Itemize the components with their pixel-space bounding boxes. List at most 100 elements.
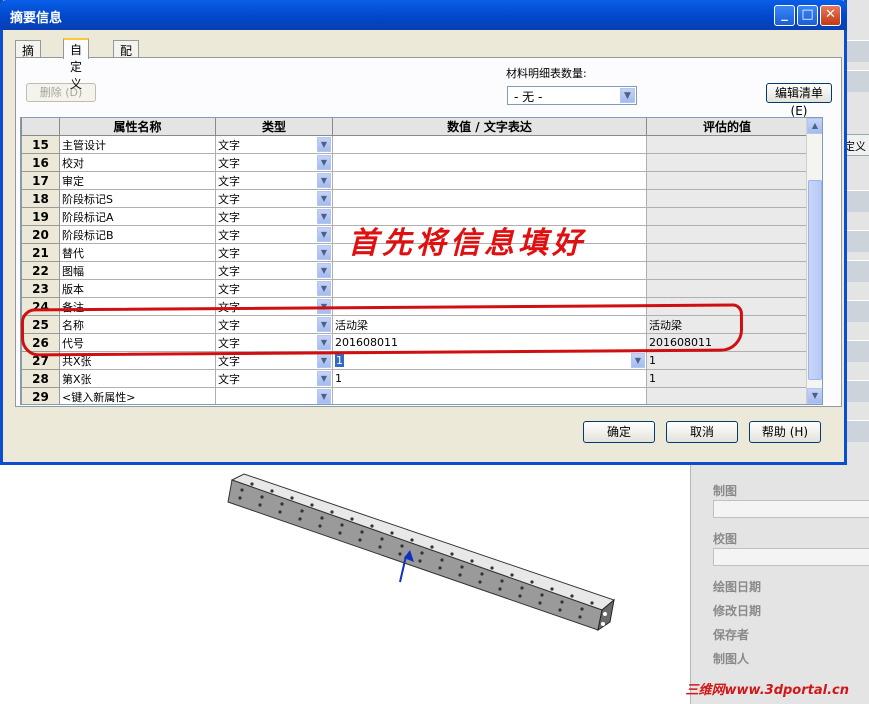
type-cell[interactable]: 文字 ▼ bbox=[215, 153, 333, 172]
row-number[interactable]: 23 bbox=[21, 279, 60, 298]
property-name-cell[interactable]: 审定 bbox=[59, 171, 216, 190]
property-name-cell[interactable]: 主管设计 bbox=[59, 135, 216, 154]
chevron-down-icon[interactable]: ▼ bbox=[620, 88, 635, 103]
type-cell[interactable]: 文字 ▼ bbox=[215, 279, 333, 298]
panel-label-saved-by: 保存者 bbox=[713, 628, 750, 642]
chevron-down-icon[interactable]: ▼ bbox=[317, 263, 331, 278]
property-name-cell[interactable]: 版本 bbox=[59, 279, 216, 298]
table-row[interactable]: 28 第X张 文字 ▼ 1 1 bbox=[21, 369, 808, 388]
value-cell[interactable] bbox=[332, 171, 647, 190]
row-number[interactable]: 17 bbox=[21, 171, 60, 190]
title-bar[interactable]: 摘要信息 _ □ ✕ bbox=[0, 0, 847, 30]
evaluated-value-cell: 1 bbox=[646, 369, 808, 388]
table-row[interactable]: 29 <键入新属性> ▼ bbox=[21, 387, 808, 404]
chevron-down-icon[interactable]: ▼ bbox=[317, 227, 331, 242]
type-value: 文字 bbox=[218, 246, 240, 260]
chevron-down-icon[interactable]: ▼ bbox=[317, 173, 331, 188]
table-row[interactable]: 22 图幅 文字 ▼ bbox=[21, 261, 808, 280]
property-name-cell[interactable]: 阶段标记B bbox=[59, 225, 216, 244]
close-button[interactable]: ✕ bbox=[820, 5, 841, 26]
row-number[interactable]: 19 bbox=[21, 207, 60, 226]
minimize-button[interactable]: _ bbox=[774, 5, 795, 26]
table-row[interactable]: 17 审定 文字 ▼ bbox=[21, 171, 808, 190]
row-number[interactable]: 20 bbox=[21, 225, 60, 244]
chevron-down-icon[interactable]: ▼ bbox=[317, 353, 331, 368]
scroll-thumb[interactable] bbox=[808, 180, 822, 380]
table-row[interactable]: 18 阶段标记S 文字 ▼ bbox=[21, 189, 808, 208]
bom-quantity-select[interactable]: - 无 - ▼ bbox=[507, 86, 637, 105]
chevron-down-icon[interactable]: ▼ bbox=[317, 137, 331, 152]
chevron-down-icon[interactable]: ▼ bbox=[317, 245, 331, 260]
type-value: 文字 bbox=[218, 156, 240, 170]
value-cell[interactable] bbox=[332, 261, 647, 280]
ok-button[interactable]: 确定 bbox=[583, 421, 655, 443]
annotation-highlight-loop bbox=[20, 303, 744, 357]
table-row[interactable]: 23 版本 文字 ▼ bbox=[21, 279, 808, 298]
evaluated-value-cell bbox=[646, 225, 808, 244]
tab-summary[interactable]: 摘要 bbox=[15, 40, 42, 75]
header-type[interactable]: 类型 bbox=[215, 118, 333, 136]
row-number[interactable]: 28 bbox=[21, 369, 60, 388]
help-button[interactable]: 帮助 (H) bbox=[749, 421, 821, 443]
cancel-button[interactable]: 取消 bbox=[666, 421, 738, 443]
value-cell[interactable]: 1 ▼ bbox=[332, 351, 647, 370]
value-cell[interactable] bbox=[332, 135, 647, 154]
row-number[interactable]: 15 bbox=[21, 135, 60, 154]
scroll-down-icon[interactable]: ▼ bbox=[807, 388, 822, 404]
property-name-cell[interactable]: 图幅 bbox=[59, 261, 216, 280]
header-property-name[interactable]: 属性名称 bbox=[59, 118, 216, 136]
chevron-down-icon[interactable]: ▼ bbox=[317, 371, 331, 386]
vertical-scrollbar[interactable]: ▲ ▼ bbox=[806, 118, 822, 404]
chevron-down-icon[interactable]: ▼ bbox=[317, 191, 331, 206]
value-cell[interactable]: 1 bbox=[332, 369, 647, 388]
type-cell[interactable]: 文字 ▼ bbox=[215, 135, 333, 154]
tab-custom[interactable]: 自定义 bbox=[63, 38, 90, 91]
panel-label-modify-date: 修改日期 bbox=[713, 604, 762, 618]
type-cell[interactable]: 文字 ▼ bbox=[215, 225, 333, 244]
chevron-down-icon[interactable]: ▼ bbox=[317, 155, 331, 170]
value-cell[interactable] bbox=[332, 279, 647, 298]
property-name-cell[interactable]: <键入新属性> bbox=[59, 387, 216, 404]
value-cell[interactable] bbox=[332, 153, 647, 172]
chevron-down-icon[interactable]: ▼ bbox=[317, 209, 331, 224]
type-cell[interactable]: 文字 ▼ bbox=[215, 207, 333, 226]
type-cell[interactable]: ▼ bbox=[215, 387, 333, 404]
row-number[interactable]: 16 bbox=[21, 153, 60, 172]
type-cell[interactable]: 文字 ▼ bbox=[215, 243, 333, 262]
type-value: 文字 bbox=[218, 192, 240, 206]
scroll-up-icon[interactable]: ▲ bbox=[807, 118, 822, 134]
draw-field[interactable] bbox=[713, 500, 869, 518]
property-name-cell[interactable]: 替代 bbox=[59, 243, 216, 262]
header-value[interactable]: 数值 / 文字表达 bbox=[332, 118, 647, 136]
annotation-text: 首先将信息填好 bbox=[348, 226, 586, 261]
value-cell[interactable] bbox=[332, 387, 647, 404]
edit-list-button[interactable]: 编辑清单 (E) bbox=[766, 83, 832, 118]
table-row[interactable]: 15 主管设计 文字 ▼ bbox=[21, 135, 808, 154]
panel-label-check: 校图 bbox=[713, 532, 738, 546]
maximize-button[interactable]: □ bbox=[797, 5, 818, 26]
table-row[interactable]: 16 校对 文字 ▼ bbox=[21, 153, 808, 172]
row-number[interactable]: 18 bbox=[21, 189, 60, 208]
type-cell[interactable]: 文字 ▼ bbox=[215, 171, 333, 190]
check-field[interactable] bbox=[713, 548, 869, 566]
row-number[interactable]: 29 bbox=[21, 387, 60, 404]
property-name-cell[interactable]: 阶段标记S bbox=[59, 189, 216, 208]
property-name-cell[interactable]: 校对 bbox=[59, 153, 216, 172]
delete-button[interactable]: 删除 (D) bbox=[26, 83, 96, 102]
row-number[interactable]: 21 bbox=[21, 243, 60, 262]
beam-3d-model[interactable] bbox=[222, 470, 622, 640]
bom-quantity-label: 材料明细表数量: bbox=[506, 67, 587, 80]
tab-config-specific[interactable]: 配置特定 bbox=[113, 40, 140, 109]
chevron-down-icon[interactable]: ▼ bbox=[631, 353, 645, 368]
type-cell[interactable]: 文字 ▼ bbox=[215, 369, 333, 388]
chevron-down-icon[interactable]: ▼ bbox=[317, 389, 331, 404]
chevron-down-icon[interactable]: ▼ bbox=[317, 281, 331, 296]
type-cell[interactable]: 文字 ▼ bbox=[215, 189, 333, 208]
value-cell[interactable] bbox=[332, 189, 647, 208]
panel-label-draw-date: 绘图日期 bbox=[713, 580, 762, 594]
property-name-cell[interactable]: 第X张 bbox=[59, 369, 216, 388]
property-name-cell[interactable]: 阶段标记A bbox=[59, 207, 216, 226]
type-cell[interactable]: 文字 ▼ bbox=[215, 261, 333, 280]
row-number[interactable]: 22 bbox=[21, 261, 60, 280]
header-evaluated[interactable]: 评估的值 bbox=[646, 118, 808, 136]
